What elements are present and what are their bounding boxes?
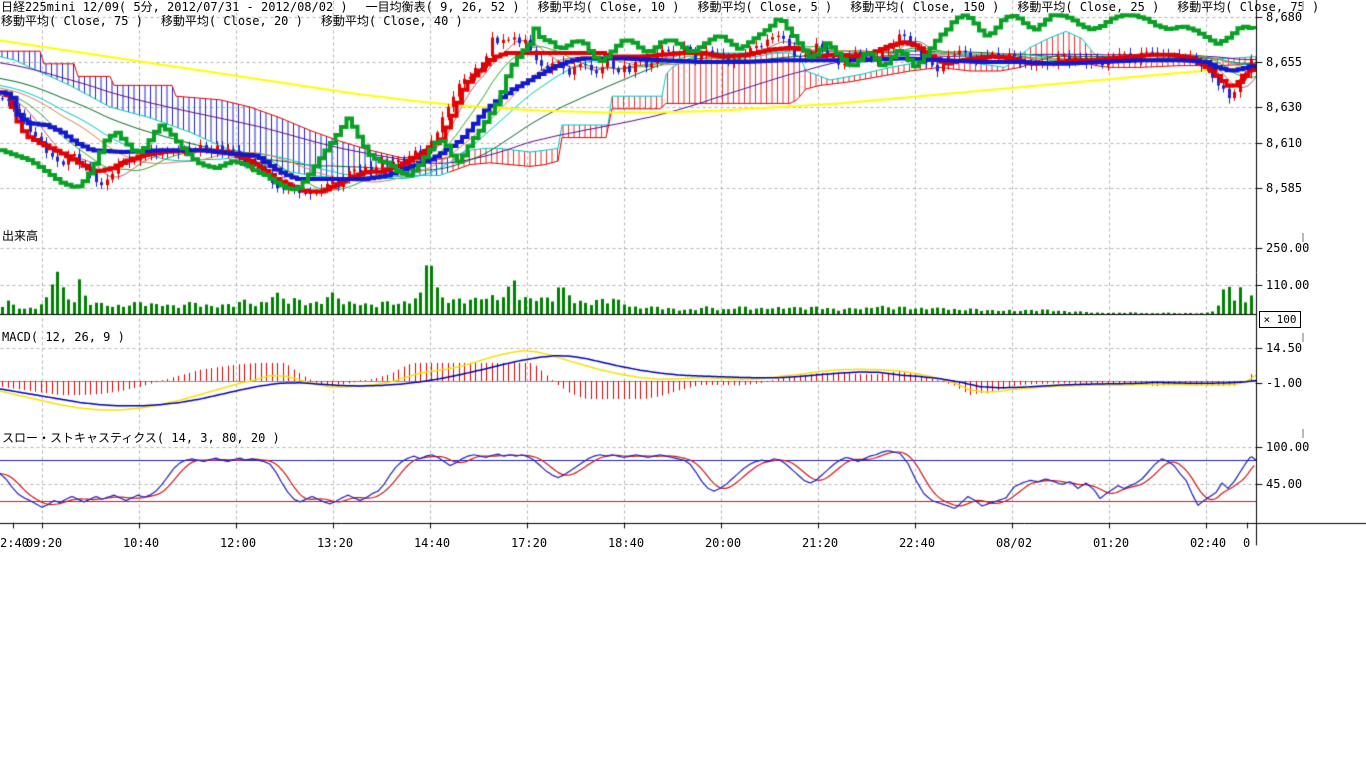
y-axis-label: 8,680 <box>1266 10 1302 24</box>
indicator-label: 移動平均( Close, 5 ) <box>698 1 833 14</box>
volume-multiplier-badge: × 100 <box>1259 311 1301 328</box>
x-axis-label: 14:40 <box>412 536 452 550</box>
x-axis-label: 02:40 <box>1188 536 1228 550</box>
x-axis-label: 01:20 <box>1091 536 1131 550</box>
panel-scroll-mark <box>1302 1 1304 10</box>
indicator-label: 日経225mini 12/09( 5分, 2012/07/31 - 2012/0… <box>1 1 348 14</box>
stochastics-panel-label: スロー・ストキャスティクス( 14, 3, 80, 20 ) <box>2 429 280 446</box>
chart-app-window: 日経225mini 12/09( 5分, 2012/07/31 - 2012/0… <box>0 0 1366 768</box>
x-axis-label: 10:40 <box>121 536 161 550</box>
x-axis-label: 21:20 <box>800 536 840 550</box>
panel-scroll-mark <box>1302 233 1304 242</box>
x-axis-label: 08/02 <box>994 536 1034 550</box>
y-axis-label: 250.00 <box>1266 241 1309 255</box>
volume-panel-label: 出来高 <box>2 227 38 244</box>
y-axis-label: 8,585 <box>1266 181 1302 195</box>
y-axis-label: -1.00 <box>1266 376 1302 390</box>
indicator-label: 移動平均( Close, 10 ) <box>538 1 680 14</box>
indicator-label: 移動平均( Close, 150 ) <box>850 1 999 14</box>
x-axis-label: 17:20 <box>509 536 549 550</box>
x-axis-label: 13:20 <box>315 536 355 550</box>
panel-scroll-mark <box>1302 429 1304 438</box>
y-axis-label: 8,630 <box>1266 100 1302 114</box>
indicator-label: 移動平均( Close, 40 ) <box>321 15 463 28</box>
indicator-label: 移動平均( Close, 20 ) <box>161 15 303 28</box>
chart-canvas[interactable] <box>0 0 1366 768</box>
y-axis-label: 45.00 <box>1266 477 1302 491</box>
y-axis-label: 14.50 <box>1266 341 1302 355</box>
y-axis-label: 110.00 <box>1266 278 1309 292</box>
indicator-label: 移動平均( Close, 25 ) <box>1017 1 1159 14</box>
y-axis-label: 8,610 <box>1266 136 1302 150</box>
y-axis-label: 100.00 <box>1266 440 1309 454</box>
x-axis-label: 18:40 <box>606 536 646 550</box>
y-axis-label: 8,655 <box>1266 55 1302 69</box>
x-axis-label: 09:20 <box>24 536 64 550</box>
x-axis-label: 22:40 <box>897 536 937 550</box>
x-axis-label: 0 <box>1243 536 1250 550</box>
indicator-label: 移動平均( Close, 75 ) <box>1 15 143 28</box>
header-indicator-row-2: 移動平均( Close, 75 ) 移動平均( Close, 20 ) 移動平均( … <box>1 15 463 28</box>
header-indicator-row-1: 日経225mini 12/09( 5分, 2012/07/31 - 2012/0… <box>1 1 1319 14</box>
x-axis-label: 12:00 <box>218 536 258 550</box>
macd-panel-label: MACD( 12, 26, 9 ) <box>2 330 125 344</box>
x-axis-label: 20:00 <box>703 536 743 550</box>
indicator-label: 一目均衡表( 9, 26, 52 ) <box>366 1 520 14</box>
panel-scroll-mark <box>1302 333 1304 342</box>
